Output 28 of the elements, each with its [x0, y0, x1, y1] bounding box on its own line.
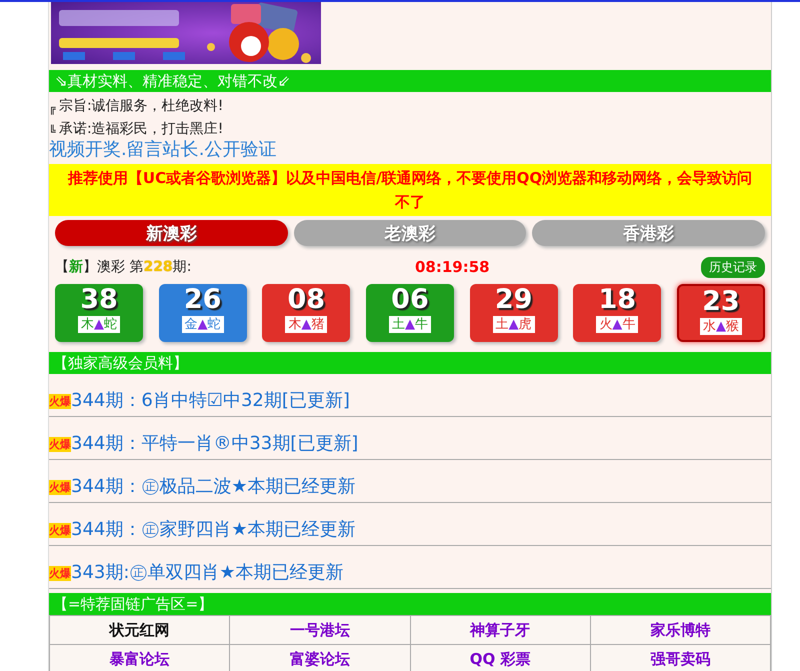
- ad-link[interactable]: 家乐博特: [590, 616, 770, 644]
- hot-badge: 火爆: [49, 523, 71, 538]
- article-link[interactable]: 343期:㊣单双四肖★本期已经更新: [71, 560, 344, 584]
- corner-mark: ╔: [49, 102, 57, 115]
- article-link[interactable]: 344期：㊣家野四肖★本期已经更新: [71, 517, 356, 541]
- corner-mark: ╚: [49, 125, 57, 138]
- links-text[interactable]: 视频开奖.留言站长.公开验证: [49, 139, 276, 160]
- article-link[interactable]: 344期：㊣极品二波★本期已经更新: [71, 474, 356, 498]
- hot-badge: 火爆: [49, 480, 71, 495]
- warning-banner: 推荐使用【UC或者谷歌浏览器】以及中国电信/联通网络，不要使用QQ浏览器和移动网络，会导致访问不了: [49, 164, 771, 216]
- section-header: ⇘真材实料、精准稳定、对错不改⇙: [49, 70, 771, 92]
- history-button[interactable]: 历史记录: [701, 256, 765, 278]
- article-link[interactable]: 344期：平特一肖®中33期[已更新]: [71, 431, 358, 455]
- ad-link[interactable]: 神算子牙: [410, 616, 590, 644]
- ad-link[interactable]: 暴富论坛: [50, 644, 230, 671]
- section-header: 【=特荐固链广告区=】: [49, 593, 771, 615]
- section-header: 【独家高级会员料】: [49, 352, 771, 374]
- hot-badge: 火爆: [49, 394, 71, 409]
- ad-link[interactable]: 一号港坛: [230, 616, 410, 644]
- draw-time: 08:19:58: [415, 258, 491, 276]
- draw-title: 【新】澳彩 第228期:: [55, 258, 192, 276]
- article-link[interactable]: 344期：6肖中特☑中32期[已更新]: [71, 388, 350, 412]
- note-text: 宗旨:诚信服务，杜绝改料!: [59, 97, 224, 115]
- hot-badge: 火爆: [49, 566, 71, 581]
- tab[interactable]: 新澳彩: [55, 220, 288, 246]
- hot-badge: 火爆: [49, 437, 71, 452]
- note-text: 承诺:造福彩民，打击黑庄!: [59, 120, 224, 138]
- ad-link[interactable]: 状元红网: [50, 616, 230, 644]
